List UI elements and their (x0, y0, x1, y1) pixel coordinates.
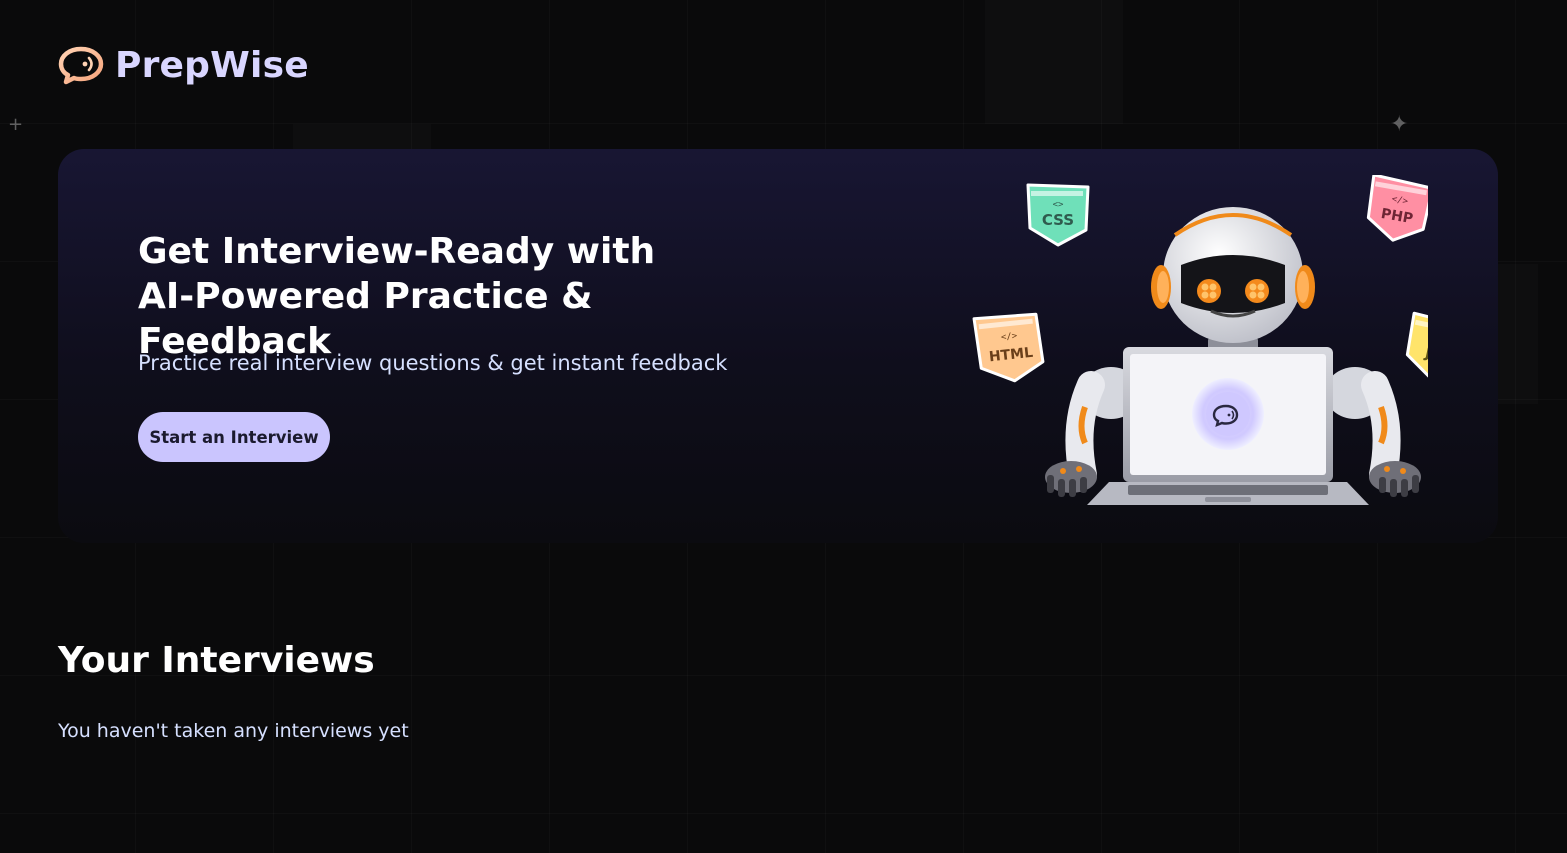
hero-title: Get Interview-Ready with AI-Powered Prac… (138, 231, 656, 362)
interviews-empty-state: You haven't taken any interviews yet (58, 720, 409, 742)
start-interview-button[interactable]: Start an Interview (138, 412, 330, 462)
interviews-section-title: Your Interviews (58, 640, 375, 681)
php-badge: </> PHP (1366, 173, 1434, 242)
navbar: PrepWise (57, 44, 309, 86)
css-badge: <> CSS (1026, 183, 1090, 247)
background-block (985, 0, 1123, 124)
css-badge-label: CSS (1042, 211, 1074, 229)
hero-subtitle: Practice real interview questions & get … (138, 351, 728, 375)
sparkle-icon: ✦ (1390, 112, 1409, 137)
sparkle-icon: + (8, 114, 24, 135)
hero-card: Get Interview-Ready with AI-Powered Prac… (58, 149, 1498, 543)
robot-svg: <> CSS </> PHP </> HTML </> (972, 173, 1470, 505)
js-badge: </> JS (1405, 311, 1470, 379)
robot-illustration: <> CSS </> PHP </> HTML </> (913, 173, 1470, 540)
chat-bubble-icon[interactable] (57, 44, 105, 86)
svg-text:<>: <> (1053, 200, 1064, 210)
html-badge: </> HTML (972, 312, 1045, 383)
brand-name[interactable]: PrepWise (115, 45, 309, 86)
background-block (293, 124, 431, 150)
background-block (1498, 264, 1538, 404)
svg-text:</>: </> (1001, 331, 1019, 343)
